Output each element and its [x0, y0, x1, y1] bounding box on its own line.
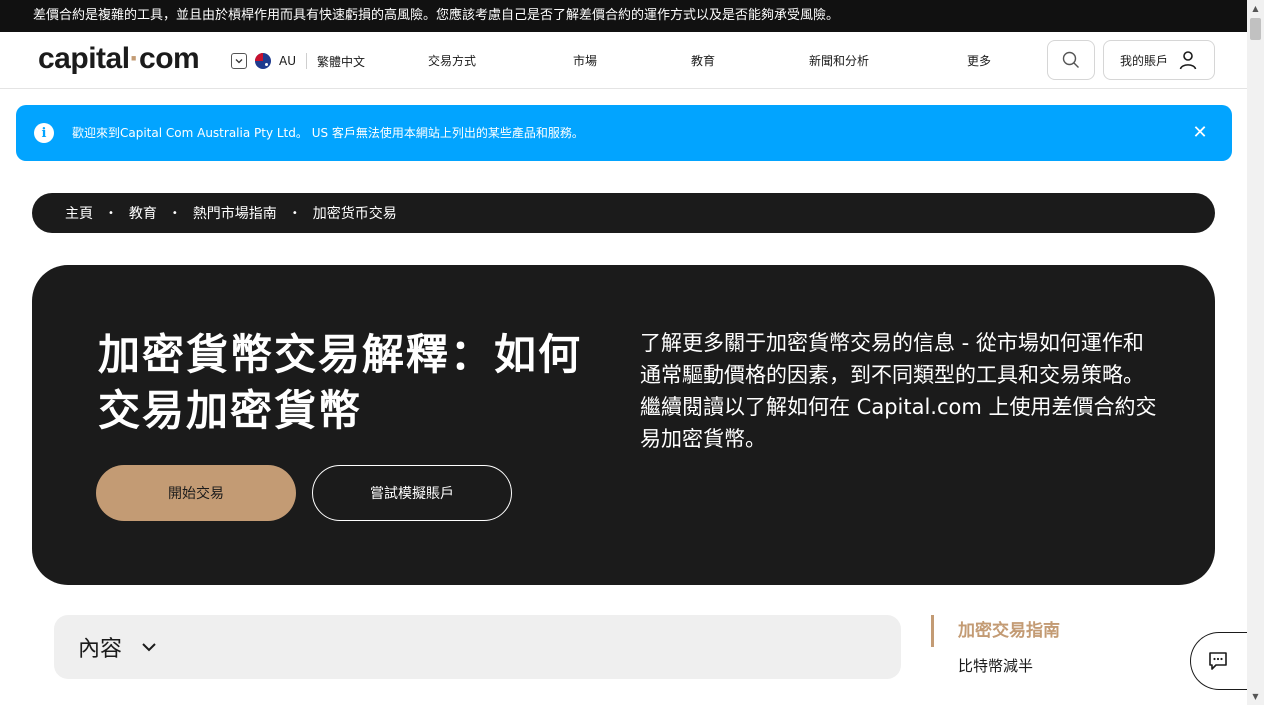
australia-flag-icon: [255, 53, 271, 69]
side-nav-item[interactable]: 比特幣減半: [931, 655, 1191, 676]
nav-trading-methods[interactable]: 交易方式: [428, 52, 476, 69]
nav-education[interactable]: 教育: [691, 52, 715, 69]
breadcrumb: 主頁 • 教育 • 熱門市場指南 • 加密货币交易: [32, 193, 1215, 233]
table-of-contents-toggle[interactable]: 內容: [54, 615, 901, 679]
close-icon[interactable]: ✕: [1188, 120, 1212, 144]
region-language-selector[interactable]: AU 繁體中文: [231, 52, 365, 70]
chat-button[interactable]: [1190, 632, 1250, 690]
nav-more[interactable]: 更多: [967, 52, 991, 69]
breadcrumb-separator: •: [171, 207, 178, 219]
account-label: 我的賬戶: [1119, 53, 1168, 68]
capital-com-logo[interactable]: capital·com: [38, 42, 200, 76]
scroll-down-arrow[interactable]: ▼: [1247, 688, 1264, 705]
hero-description: 了解更多關于加密貨幣交易的信息 - 從市場如何運作和通常驅動價格的因素，到不同類…: [640, 331, 1157, 451]
breadcrumb-separator: •: [108, 207, 114, 219]
site-header: capital·com AU 繁體中文 交易方式 市場 教育 新聞和分析 更多 …: [0, 32, 1247, 89]
toc-label: 內容: [78, 637, 123, 662]
scroll-thumb[interactable]: [1250, 18, 1261, 40]
risk-warning-banner: 差價合約是複雜的工具，並且由於槓桿作用而具有快速虧損的高風險。您應該考慮自己是否…: [0, 0, 1247, 32]
side-nav-item-active[interactable]: 加密交易指南: [931, 615, 1191, 647]
logo-dot: ·: [129, 42, 140, 75]
user-icon: [1179, 51, 1197, 70]
hero-section: 加密貨幣交易解釋：如何交易加密貨幣 了解更多關于加密貨幣交易的信息 - 從市場如…: [32, 265, 1215, 585]
nav-markets[interactable]: 市場: [573, 52, 597, 69]
chevron-down-icon[interactable]: [231, 53, 247, 69]
nav-news-analysis[interactable]: 新聞和分析: [809, 52, 869, 69]
breadcrumb-home[interactable]: 主頁: [65, 203, 93, 223]
chevron-down-icon: [142, 643, 156, 652]
language-label[interactable]: 繁體中文: [317, 53, 365, 70]
my-account-button[interactable]: 我的賬戶: [1103, 40, 1215, 80]
logo-text-right: com: [139, 42, 200, 75]
region-code[interactable]: AU: [279, 54, 296, 68]
side-navigation: 加密交易指南 比特幣減半: [931, 615, 1191, 676]
breadcrumb-education[interactable]: 教育: [129, 203, 157, 223]
chat-icon: [1208, 652, 1227, 670]
try-demo-account-button[interactable]: 嘗試模擬賬戶: [312, 465, 512, 521]
breadcrumb-current: 加密货币交易: [312, 206, 397, 222]
info-icon: i: [34, 123, 54, 143]
search-icon: [1062, 51, 1079, 68]
page-scrollbar[interactable]: ▲ ▼: [1247, 0, 1264, 705]
region-divider: [306, 53, 307, 69]
scroll-up-arrow[interactable]: ▲: [1247, 0, 1264, 17]
logo-text-left: capital: [38, 42, 130, 75]
notice-text: 歡迎來到Capital Com Australia Pty Ltd。 US 客戶…: [72, 126, 584, 140]
page-title: 加密貨幣交易解釋：如何交易加密貨幣: [98, 330, 583, 435]
start-trading-button[interactable]: 開始交易: [96, 465, 296, 521]
welcome-notice: i 歡迎來到Capital Com Australia Pty Ltd。 US …: [16, 105, 1232, 161]
breadcrumb-market-guides[interactable]: 熱門市場指南: [193, 203, 277, 223]
breadcrumb-separator: •: [291, 207, 298, 219]
search-button[interactable]: [1047, 40, 1095, 80]
